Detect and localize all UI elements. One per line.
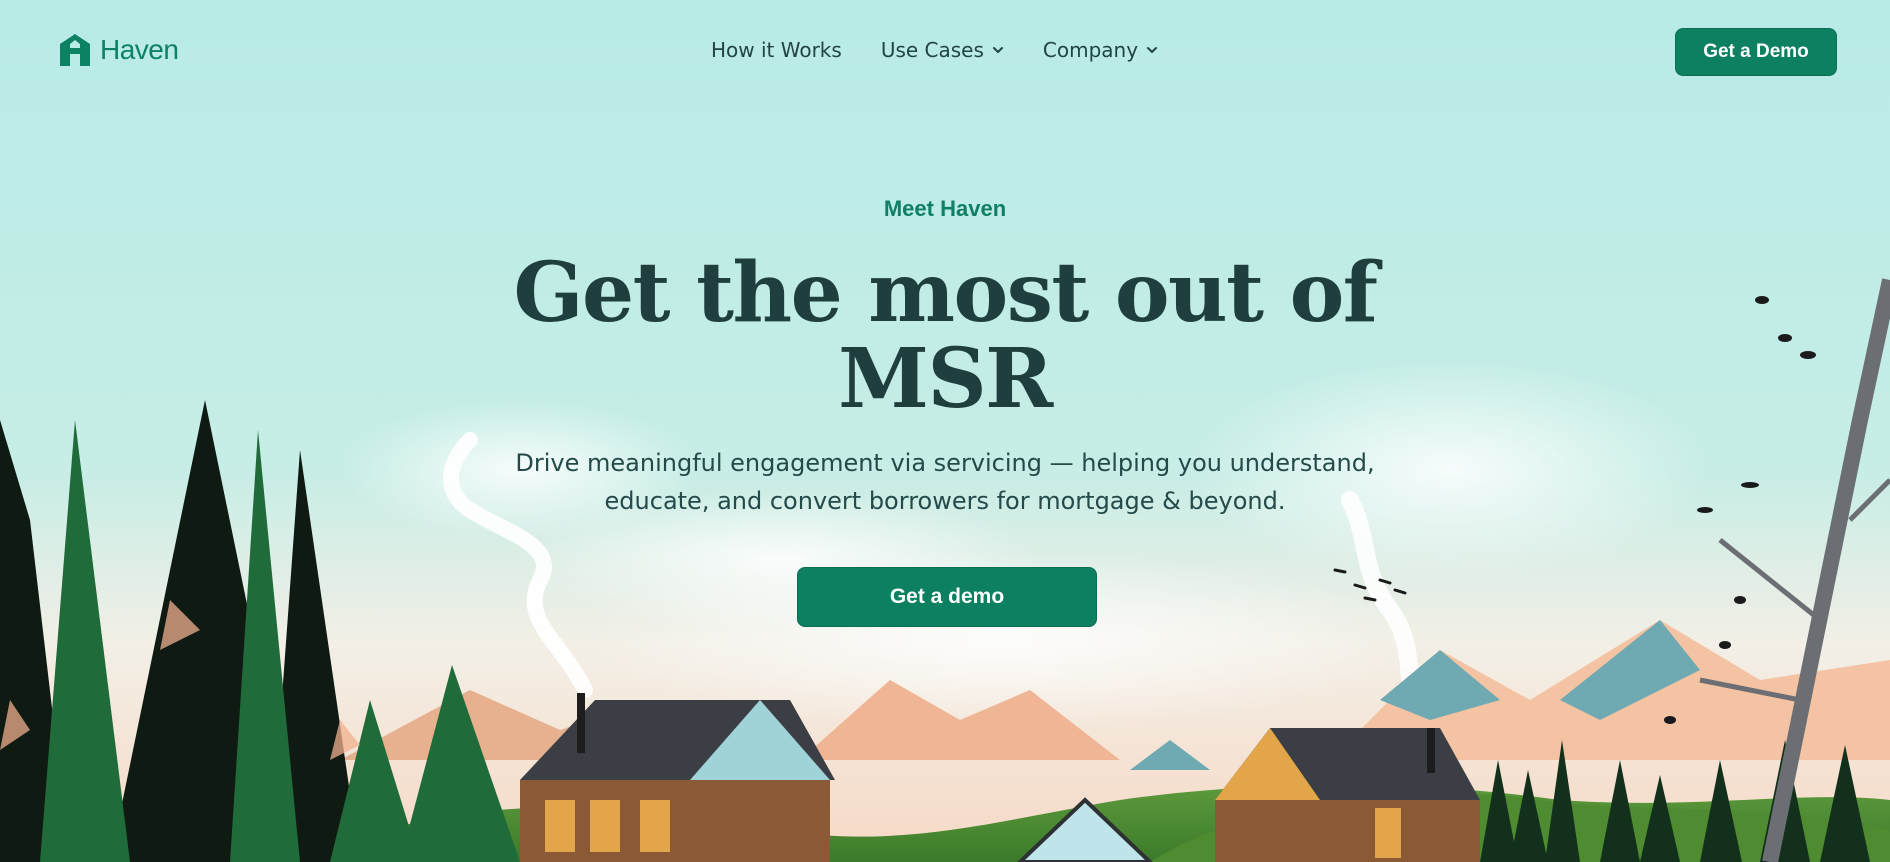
hero-eyebrow: Meet Haven	[883, 196, 1007, 221]
haven-house-logo-icon	[60, 34, 90, 66]
get-demo-hero-button[interactable]: Get a demo	[797, 567, 1097, 627]
brand-logo[interactable]: Haven	[58, 32, 179, 68]
nav-item-label: Company	[1042, 38, 1139, 62]
site-header: Haven How it Works Use Cases Company Get…	[0, 0, 1890, 104]
hero-subtext: Drive meaningful engagement via servicin…	[495, 444, 1395, 520]
hero-landscape-illustration	[0, 0, 1890, 862]
nav-item-use-cases[interactable]: Use Cases	[881, 38, 1004, 62]
hero-headline-line-1: Get the most out of	[513, 245, 1378, 341]
nav-item-label: Use Cases	[880, 38, 984, 62]
hero-subtext-line-1: Drive meaningful engagement via servicin…	[515, 449, 1375, 477]
brand-name: Haven	[100, 34, 179, 65]
hero-headline: Get the most out of MSR	[445, 250, 1445, 422]
chevron-down-icon	[992, 47, 1003, 53]
nav-item-how-it-works[interactable]: How it Works	[711, 38, 842, 62]
nav-item-label: How it Works	[711, 38, 842, 62]
nav-item-company[interactable]: Company	[1043, 38, 1158, 62]
chevron-down-icon	[1147, 47, 1158, 53]
hero-headline-line-2: MSR	[838, 331, 1053, 427]
main-nav: How it Works Use Cases Company	[711, 38, 1158, 62]
hero-subtext-line-2: educate, and convert borrowers for mortg…	[604, 487, 1286, 515]
get-demo-header-button[interactable]: Get a Demo	[1675, 28, 1837, 76]
